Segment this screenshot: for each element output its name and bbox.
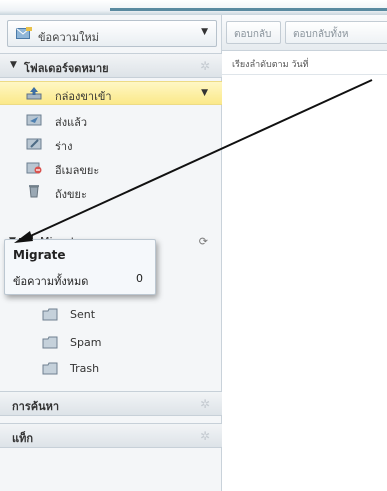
new-message-icon bbox=[16, 27, 32, 39]
tooltip-total-count: 0 bbox=[136, 272, 143, 285]
sent-folder-icon bbox=[26, 114, 42, 126]
collapse-triangle-icon[interactable]: ▼ bbox=[10, 60, 17, 70]
gear-icon[interactable]: ✲ bbox=[200, 59, 210, 73]
trash-icon bbox=[29, 185, 39, 198]
search-section-title: การค้นหา bbox=[12, 400, 60, 413]
folder-trash[interactable]: ถังขยะ bbox=[0, 180, 222, 204]
folder-sent[interactable]: ส่งแล้ว bbox=[0, 108, 222, 132]
message-toolbar: ตอบกลับ ตอบกลับทั้งห bbox=[222, 15, 387, 51]
gear-icon[interactable]: ✲ bbox=[200, 429, 210, 443]
folders-section-title: โฟลเดอร์จดหมาย bbox=[24, 62, 109, 75]
search-section-header[interactable]: การค้นหา ✲ bbox=[0, 391, 222, 416]
tags-section-header[interactable]: แท็ก ✲ bbox=[0, 423, 222, 448]
migrate-tooltip: Migrate ข้อความทั้งหมด 0 bbox=[4, 239, 156, 295]
window-top-strip bbox=[0, 0, 387, 15]
message-pane: ตอบกลับ ตอบกลับทั้งห เรียงลำดับตาม วันที… bbox=[222, 15, 387, 491]
folders-section-header[interactable]: ▼ โฟลเดอร์จดหมาย ✲ bbox=[0, 53, 222, 78]
folder-migrate-trash-label: Trash bbox=[70, 362, 100, 375]
folder-trash-label: ถังขยะ bbox=[55, 188, 87, 201]
drafts-folder-icon bbox=[26, 138, 42, 150]
folder-drafts[interactable]: ร่าง bbox=[0, 132, 222, 156]
folder-icon bbox=[42, 336, 58, 349]
sort-label: เรียงลำดับตาม วันที่ bbox=[232, 60, 309, 70]
flag-icon[interactable]: ⟳ bbox=[199, 235, 208, 248]
new-message-label: ข้อความใหม่ bbox=[38, 31, 99, 44]
reply-button[interactable]: ตอบกลับ bbox=[226, 21, 281, 44]
folder-migrate-spam-label: Spam bbox=[70, 336, 102, 349]
gear-icon[interactable]: ✲ bbox=[200, 397, 210, 411]
tooltip-title: Migrate bbox=[13, 248, 66, 262]
new-message-button[interactable]: ข้อความใหม่ ▼ bbox=[7, 20, 217, 47]
folder-icon bbox=[42, 308, 58, 321]
folder-drafts-label: ร่าง bbox=[55, 140, 73, 153]
folder-migrate-trash[interactable]: Trash bbox=[0, 357, 222, 381]
chevron-down-icon[interactable]: ▼ bbox=[201, 88, 208, 98]
folder-migrate-spam[interactable]: Spam bbox=[0, 331, 222, 355]
folder-migrate-sent-label: Sent bbox=[70, 308, 96, 321]
inbox-icon bbox=[26, 87, 42, 100]
reply-all-button[interactable]: ตอบกลับทั้งห bbox=[285, 21, 387, 44]
folder-inbox[interactable]: กล่องขาเข้า ▼ bbox=[0, 81, 222, 105]
chevron-down-icon[interactable]: ▼ bbox=[201, 27, 208, 37]
folder-migrate-sent[interactable]: Sent bbox=[0, 303, 222, 327]
tags-section-title: แท็ก bbox=[12, 432, 34, 445]
folder-inbox-label: กล่องขาเข้า bbox=[55, 90, 112, 103]
folder-icon bbox=[42, 362, 58, 375]
tooltip-total-label: ข้อความทั้งหมด bbox=[13, 275, 89, 288]
folder-junk[interactable]: อีเมลขยะ bbox=[0, 156, 222, 180]
sort-bar[interactable]: เรียงลำดับตาม วันที่ bbox=[222, 51, 387, 75]
folder-junk-label: อีเมลขยะ bbox=[55, 164, 100, 177]
top-accent-bar bbox=[110, 8, 387, 11]
junk-folder-icon bbox=[26, 162, 42, 174]
folder-sent-label: ส่งแล้ว bbox=[55, 116, 88, 129]
